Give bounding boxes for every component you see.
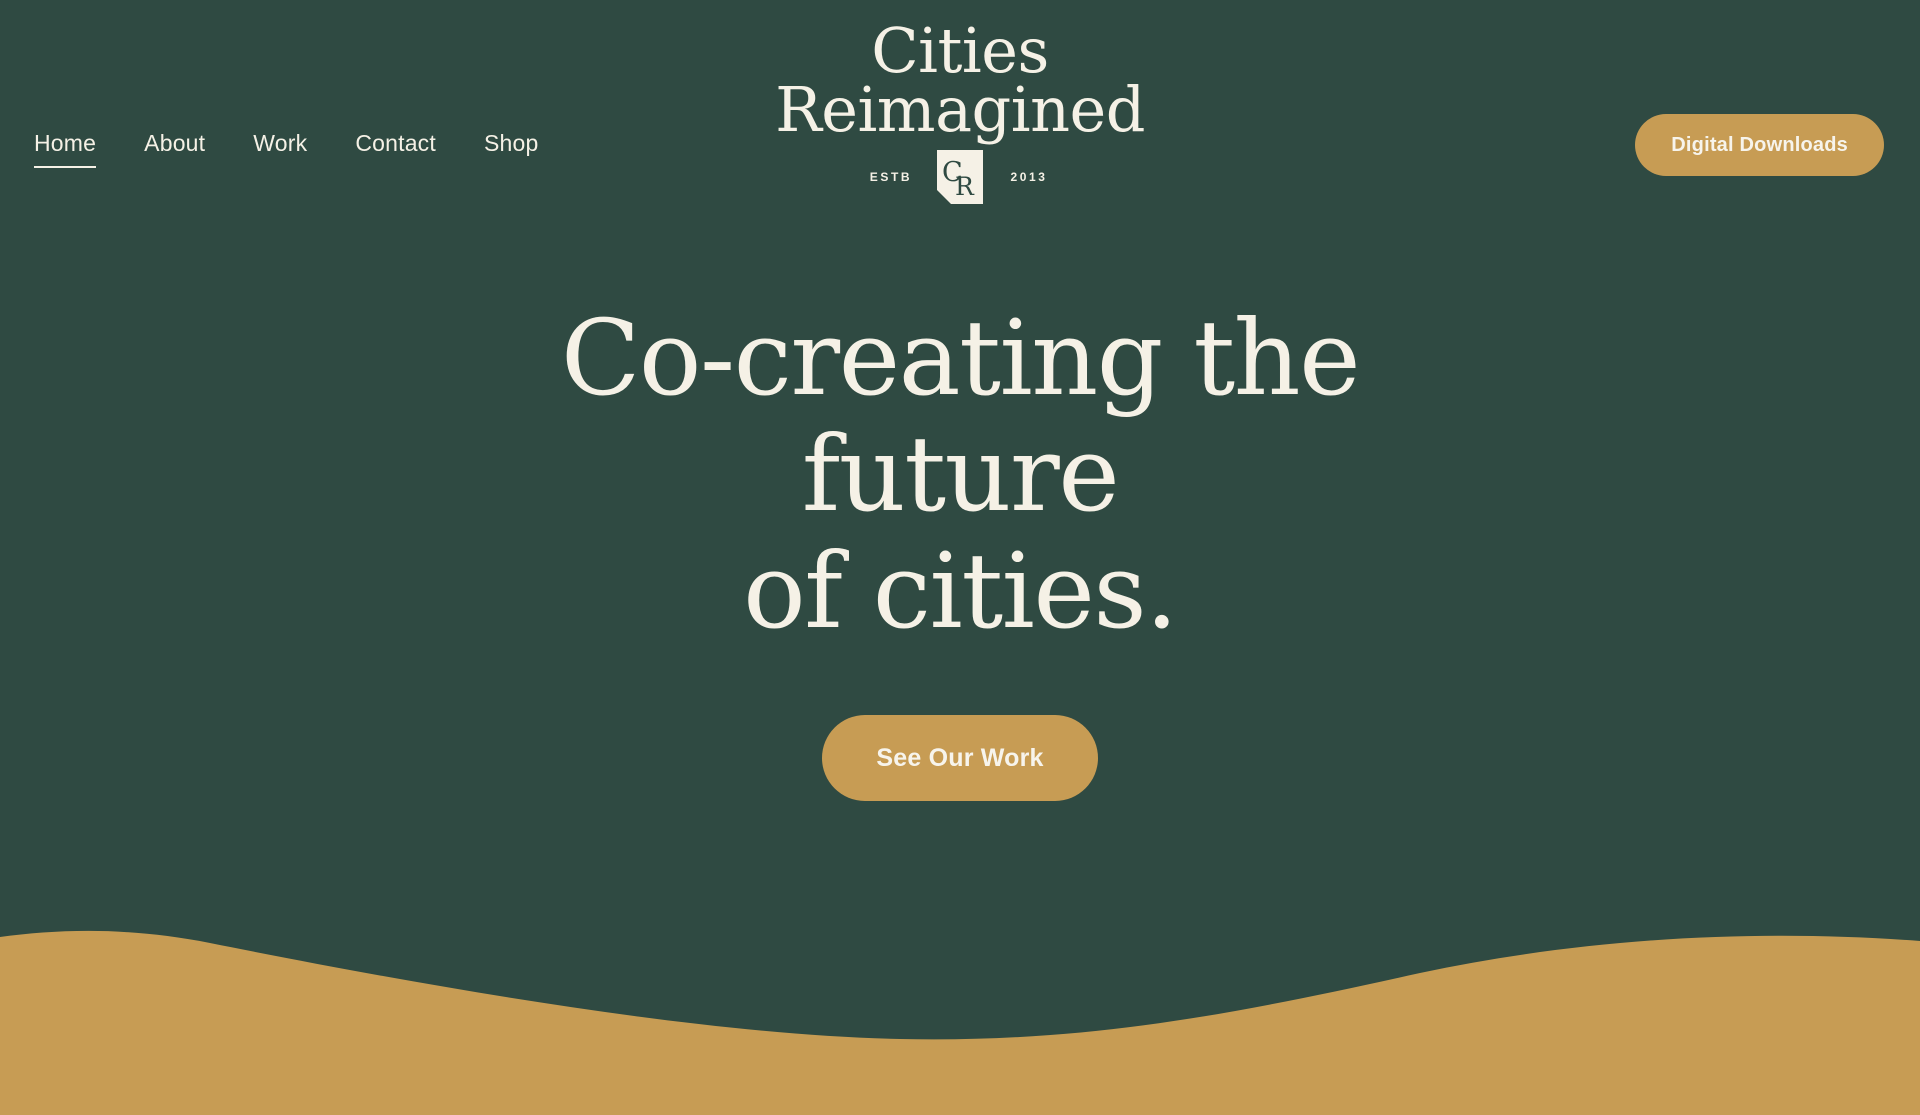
nav-item-contact[interactable]: Contact <box>331 128 460 170</box>
nav-item-work[interactable]: Work <box>229 128 331 170</box>
svg-text:R: R <box>955 172 975 201</box>
nav-item-label: Work <box>253 130 308 156</box>
brand-logo[interactable]: Cities Reimagined ESTB C R 2013 <box>680 20 1240 204</box>
nav-item-label: Home <box>34 130 97 156</box>
brand-wordmark-line2: Reimagined <box>775 72 1145 146</box>
nav-item-about[interactable]: About <box>120 128 229 170</box>
primary-navigation: Home About Work Contact Shop <box>30 128 563 170</box>
monogram-shield-icon: C R <box>937 149 983 204</box>
decorative-wave-shape <box>0 885 1920 1115</box>
nav-item-home[interactable]: Home <box>30 128 120 170</box>
hero-headline: Co-creating the future of cities. <box>410 297 1510 652</box>
nav-item-shop[interactable]: Shop <box>460 128 563 170</box>
established-label: ESTB <box>869 169 913 184</box>
brand-establishment-row: ESTB C R 2013 <box>680 149 1240 204</box>
digital-downloads-button[interactable]: Digital Downloads <box>1635 114 1884 176</box>
nav-item-label: Contact <box>355 130 436 156</box>
see-our-work-button[interactable]: See Our Work <box>822 715 1098 802</box>
brand-wordmark: Cities Reimagined <box>680 20 1240 146</box>
nav-active-underline <box>34 166 97 168</box>
nav-item-label: Shop <box>483 130 539 156</box>
established-year: 2013 <box>1010 169 1048 184</box>
hero-cta-container: See Our Work <box>0 715 1920 802</box>
hero-content: Co-creating the future of cities. See Ou… <box>0 297 1920 802</box>
homepage-hero-section: Home About Work Contact Shop Cities Reim… <box>0 0 1920 1115</box>
nav-item-label: About <box>144 130 206 156</box>
hero-headline-line1: Co-creating the future <box>560 297 1361 536</box>
hero-headline-line2: of cities. <box>743 529 1178 652</box>
site-header: Home About Work Contact Shop Cities Reim… <box>0 0 1920 265</box>
